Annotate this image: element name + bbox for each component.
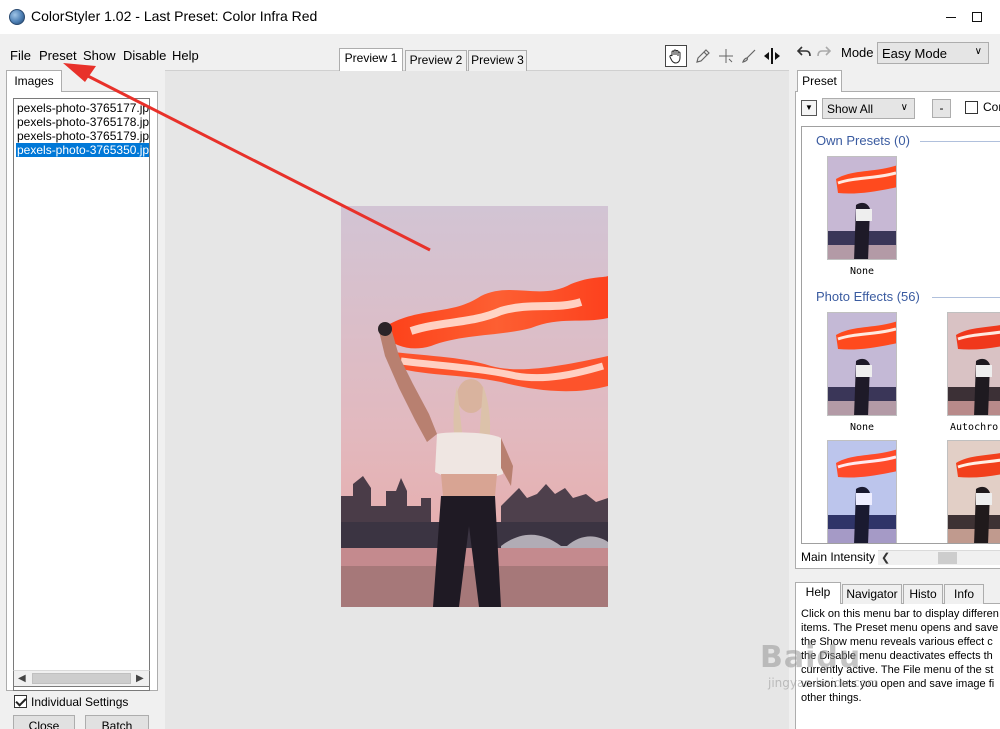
main-intensity-slider[interactable]: ❮ [878,550,1000,565]
preset-thumbnail[interactable] [947,312,1000,416]
menu-file[interactable]: File [10,48,31,63]
scroll-right-icon[interactable]: ▶ [136,673,144,684]
scrollbar-thumb[interactable] [32,673,131,684]
split-icon[interactable] [761,45,783,67]
preset-label: Autochro [950,422,999,433]
preset-label: None [850,266,875,277]
hand-tool-icon[interactable] [665,45,687,67]
con-checkbox[interactable] [965,101,978,114]
minus-button[interactable]: - [932,99,951,118]
watermark-logo: Baidu [760,640,862,675]
preset-thumbnail[interactable] [827,440,897,543]
colorstyler-window: ColorStyler 1.02 - Last Preset: Color In… [0,0,1000,729]
undo-icon[interactable] [796,44,811,61]
menu-disable[interactable]: Disable [123,48,166,63]
preset-thumbnail[interactable] [827,312,897,416]
window-title: ColorStyler 1.02 - Last Preset: Color In… [31,8,318,24]
crosshair-icon[interactable] [715,45,737,67]
close-button[interactable]: Close [13,715,75,729]
mode-dropdown[interactable]: Easy Mode ∨ [877,42,989,64]
file-item[interactable]: pexels-photo-3765177.jpg [16,101,149,115]
preset-thumbnail[interactable] [827,156,897,260]
preset-gallery: Own Presets (0) None Photo Effects (56) … [801,126,1000,544]
tab-info[interactable]: Info [944,584,984,604]
group-title-photo-effects: Photo Effects (56) [816,289,920,304]
file-list-scrollbar[interactable]: ◀ ▶ [13,670,150,687]
tab-preview-2[interactable]: Preview 2 [405,50,467,71]
menu-preset[interactable]: Preset [39,48,77,63]
menu-help[interactable]: Help [172,48,199,63]
individual-settings-checkbox[interactable] [14,695,27,709]
preset-filter-dropdown[interactable]: Show All ∨ [822,98,915,119]
group-divider [920,141,1000,142]
individual-settings-row: Individual Settings [14,694,128,710]
tab-help[interactable]: Help [795,582,841,604]
redo-icon[interactable] [817,44,832,61]
maximize-button[interactable] [954,0,1000,34]
tab-navigator[interactable]: Navigator [842,584,902,604]
file-item[interactable]: pexels-photo-3765179.jpg [16,129,149,143]
preset-thumbnail[interactable] [947,440,1000,543]
app-icon [9,9,25,25]
main-intensity-label: Main Intensity [801,550,876,564]
tab-images[interactable]: Images [6,70,62,92]
batch-button[interactable]: Batch [85,715,149,729]
scroll-left-icon[interactable]: ◀ [18,673,26,684]
tab-preset[interactable]: Preset [797,70,842,92]
preview-photo [341,206,608,607]
tab-preview-1[interactable]: Preview 1 [339,48,403,71]
image-file-list[interactable]: pexels-photo-3765177.jpg pexels-photo-37… [13,98,150,691]
chevron-down-icon: ∨ [900,102,908,113]
file-item[interactable]: pexels-photo-3765178.jpg [16,115,149,129]
group-divider [932,297,1000,298]
con-label: Con [983,100,1000,114]
menu-show[interactable]: Show [83,48,116,63]
individual-settings-label: Individual Settings [31,695,129,709]
mode-value: Easy Mode [882,46,948,61]
group-title-own-presets: Own Presets (0) [816,133,910,148]
eyedropper-icon[interactable] [692,45,714,67]
tab-preview-3[interactable]: Preview 3 [468,50,527,71]
file-item-selected[interactable]: pexels-photo-3765350.jpg [16,143,149,157]
collapse-arrow-icon[interactable]: ▼ [801,100,817,116]
brush-icon[interactable] [738,45,760,67]
slider-thumb[interactable] [938,552,957,564]
chevron-down-icon: ∨ [974,46,982,57]
preset-filter-value: Show All [827,102,874,116]
watermark-url: jingyan.baidu.com [768,676,879,690]
preset-label: None [850,422,875,433]
mode-label: Mode [841,45,874,60]
maximize-icon [972,12,982,22]
tab-histo[interactable]: Histo [903,584,943,604]
slider-left-icon[interactable]: ❮ [881,551,890,564]
title-bar: ColorStyler 1.02 - Last Preset: Color In… [0,0,1000,34]
